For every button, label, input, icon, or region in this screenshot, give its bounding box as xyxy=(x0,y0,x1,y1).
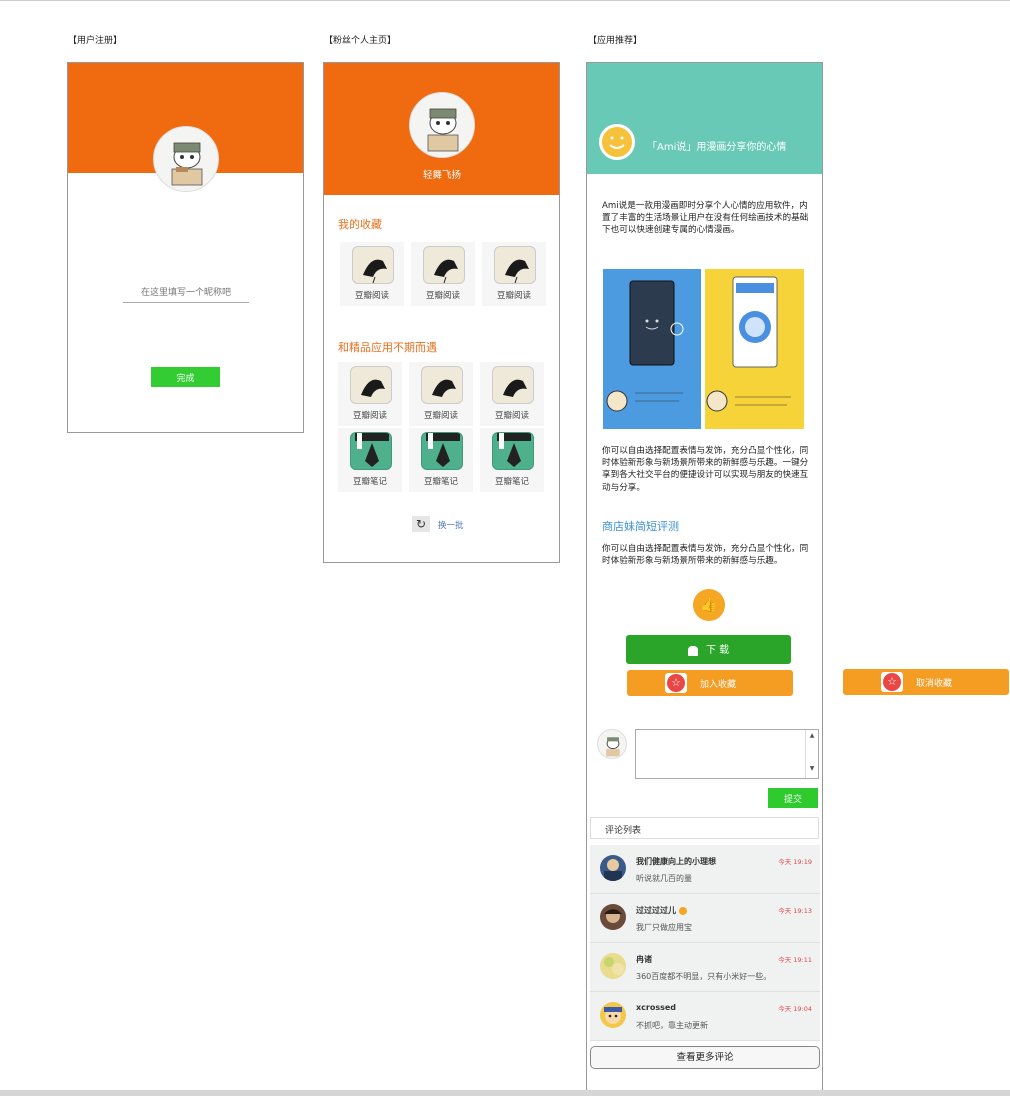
app-label: 豆瓣笔记 xyxy=(423,477,458,487)
scroll-down-arrow[interactable]: ▼ xyxy=(806,765,818,772)
done-button[interactable]: 完成 xyxy=(151,367,220,387)
cancel-favorite-button[interactable]: ☆ 取消收藏 xyxy=(843,669,1009,695)
favorites-title: 我的收藏 xyxy=(338,218,382,231)
app-label: 豆瓣阅读 xyxy=(496,291,531,301)
favorite-app-tile[interactable]: 豆瓣阅读 xyxy=(482,242,546,306)
bottom-bar xyxy=(0,1090,1010,1096)
app-feature-text: 你可以自由选择配置表情与发饰，充分凸显个性化，同时体验新形象与新场景所带来的新鲜… xyxy=(602,446,809,493)
comment-time: 今天 19:11 xyxy=(778,956,812,964)
comment-list: 我们健康向上的小理想 听说就几百的量 今天 19:19 过过过过儿 我厂只做应用… xyxy=(590,845,820,1043)
favorite-app-tile[interactable]: 豆瓣阅读 xyxy=(411,242,475,306)
recommended-app-tile[interactable]: 豆瓣笔记 xyxy=(480,428,544,492)
comment-text: 听说就几百的量 xyxy=(636,874,692,883)
app-label: 豆瓣笔记 xyxy=(494,477,529,487)
screenshot-blue xyxy=(603,269,701,429)
comment-avatar xyxy=(600,953,626,979)
app-header-title: 「Ami说」用漫画分享你的心情 xyxy=(647,142,787,153)
verified-badge-icon xyxy=(678,906,687,915)
douban-read-icon xyxy=(423,246,465,284)
section-label-app-recommend: 【应用推荐】 xyxy=(588,36,643,46)
comment-author: xcrossed xyxy=(636,1003,677,1012)
more-comments-button[interactable]: 查看更多评论 xyxy=(590,1046,820,1069)
cancel-favorite-label: 取消收藏 xyxy=(916,679,953,689)
recommended-app-tile[interactable]: 豆瓣阅读 xyxy=(338,362,402,426)
download-label: 下 载 xyxy=(705,645,730,656)
fan-home-panel: 轻舞飞扬 我的收藏 豆瓣阅读 豆瓣阅读 豆瓣阅读 和精品应用不期而遇 豆瓣阅读 … xyxy=(323,62,560,563)
comment-text: 360百度都不明显，只有小米好一些。 xyxy=(636,972,772,981)
nickname-input[interactable] xyxy=(123,283,249,303)
refresh-icon[interactable]: ↻ xyxy=(412,516,430,532)
favorite-app-tile[interactable]: 豆瓣阅读 xyxy=(340,242,404,306)
refresh-link[interactable]: 换一批 xyxy=(438,519,464,531)
comment-textarea[interactable] xyxy=(635,729,819,779)
comment-avatar xyxy=(600,855,626,881)
comment-row[interactable]: xcrossed 不抓吧，靠主动更新 今天 19:04 xyxy=(590,992,820,1041)
register-panel: 完成 xyxy=(67,62,304,433)
douban-read-icon xyxy=(494,246,536,284)
user-avatar[interactable] xyxy=(153,126,219,192)
comment-author: 冉诸 xyxy=(636,955,652,964)
textarea-scrollbar[interactable]: ▲ ▼ xyxy=(805,730,818,778)
recommended-app-tile[interactable]: 豆瓣阅读 xyxy=(409,362,473,426)
comment-row[interactable]: 冉诸 360百度都不明显，只有小米好一些。 今天 19:11 xyxy=(590,943,820,992)
app-label: 豆瓣阅读 xyxy=(494,411,529,421)
app-recommend-panel: 「Ami说」用漫画分享你的心情 Ami说是一款用漫画即时分享个人心情的应用软件，… xyxy=(586,62,823,1092)
app-description: Ami说是一款用漫画即时分享个人心情的应用软件，内置了丰富的生活场景让用户在没有… xyxy=(602,201,809,236)
add-favorite-button[interactable]: ☆ 加入收藏 xyxy=(627,670,793,696)
comment-row[interactable]: 我们健康向上的小理想 听说就几百的量 今天 19:19 xyxy=(590,845,820,894)
comment-row[interactable]: 过过过过儿 我厂只做应用宝 今天 19:13 xyxy=(590,894,820,943)
comment-list-header: 评论列表 xyxy=(590,817,819,839)
douban-note-icon xyxy=(492,432,534,470)
meet-apps-title: 和精品应用不期而遇 xyxy=(338,341,437,354)
recommended-app-tile[interactable]: 豆瓣笔记 xyxy=(338,428,402,492)
douban-note-icon xyxy=(350,432,392,470)
android-icon xyxy=(687,645,698,656)
smiley-app-icon xyxy=(599,124,635,160)
comment-time: 今天 19:04 xyxy=(778,1005,812,1013)
comment-time: 今天 19:13 xyxy=(778,907,812,915)
star-icon: ☆ xyxy=(665,673,687,693)
section-label-fan-home: 【粉丝个人主页】 xyxy=(324,36,397,46)
app-label: 豆瓣阅读 xyxy=(423,411,458,421)
screenshot-yellow xyxy=(705,269,804,429)
comment-text: 不抓吧，靠主动更新 xyxy=(636,1021,708,1030)
comment-avatar xyxy=(600,1002,626,1028)
douban-note-icon xyxy=(421,432,463,470)
douban-read-icon xyxy=(492,366,534,404)
recommended-app-tile[interactable]: 豆瓣笔记 xyxy=(409,428,473,492)
commenter-avatar xyxy=(597,729,627,759)
comment-avatar xyxy=(600,904,626,930)
section-label-register: 【用户注册】 xyxy=(68,36,123,46)
review-title: 商店妹简短评测 xyxy=(602,520,679,533)
douban-read-icon xyxy=(350,366,392,404)
douban-read-icon xyxy=(352,246,394,284)
thumbs-up-icon[interactable]: 👍 xyxy=(693,589,725,621)
comment-author: 过过过过儿 xyxy=(636,905,687,916)
add-favorite-label: 加入收藏 xyxy=(700,680,737,690)
review-text: 你可以自由选择配置表情与发饰，充分凸显个性化，同时体验新形象与新场景所带来的新鲜… xyxy=(602,544,809,567)
app-label: 豆瓣阅读 xyxy=(425,291,460,301)
douban-read-icon xyxy=(421,366,463,404)
fan-avatar[interactable] xyxy=(409,92,475,158)
fan-username: 轻舞飞扬 xyxy=(422,170,461,181)
star-icon: ☆ xyxy=(881,672,903,692)
comment-text: 我厂只做应用宝 xyxy=(636,923,692,932)
download-button[interactable]: 下 载 xyxy=(626,635,791,664)
app-label: 豆瓣阅读 xyxy=(354,291,389,301)
scroll-up-arrow[interactable]: ▲ xyxy=(806,732,818,739)
submit-button[interactable]: 提交 xyxy=(768,788,818,808)
comment-author: 我们健康向上的小理想 xyxy=(636,857,716,866)
recommended-app-tile[interactable]: 豆瓣阅读 xyxy=(480,362,544,426)
app-label: 豆瓣阅读 xyxy=(352,411,387,421)
comment-time: 今天 19:19 xyxy=(778,858,812,866)
app-label: 豆瓣笔记 xyxy=(352,477,387,487)
